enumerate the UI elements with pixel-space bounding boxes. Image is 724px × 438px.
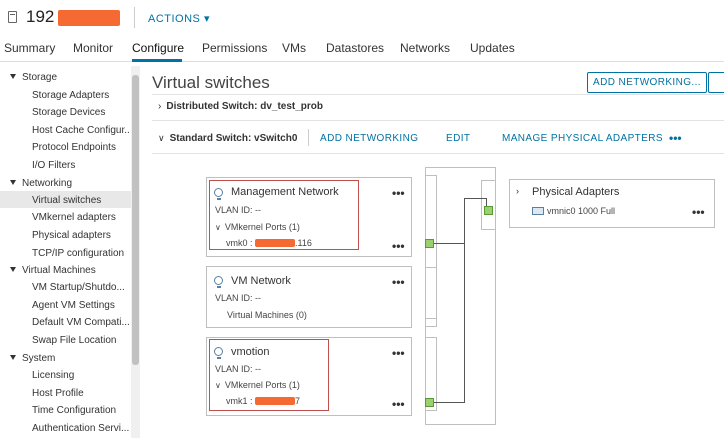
sidebar-group-networking[interactable]: Networking xyxy=(10,178,72,189)
header-divider xyxy=(134,7,135,28)
divider xyxy=(152,153,724,154)
more-actions-button[interactable]: ••• xyxy=(669,132,682,144)
sidebar-item-io-filters[interactable]: I/O Filters xyxy=(32,160,130,171)
divider xyxy=(152,120,724,121)
vmk-port-entry[interactable]: vmk0 : .116 xyxy=(226,238,312,248)
vmk-port-more-button[interactable]: ••• xyxy=(392,398,405,410)
sidebar-scrollbar-thumb[interactable] xyxy=(132,75,139,365)
network-icon xyxy=(214,347,223,359)
sidebar-item-host-profile[interactable]: Host Profile xyxy=(32,388,130,399)
sidebar-item-protocol-endpoints[interactable]: Protocol Endpoints xyxy=(32,142,130,153)
port-connector xyxy=(425,398,434,407)
connection-line xyxy=(464,198,465,403)
connection-line xyxy=(464,198,486,199)
tab-permissions[interactable]: Permissions xyxy=(202,41,267,55)
manage-physical-adapters-link[interactable]: MANAGE PHYSICAL ADAPTERS xyxy=(502,133,663,144)
redacted-ip-block xyxy=(255,397,296,405)
sidebar-item-time-configuration[interactable]: Time Configuration xyxy=(32,405,130,416)
vlan-id: VLAN ID: -- xyxy=(215,293,262,303)
host-icon xyxy=(8,11,17,23)
caret-down-icon xyxy=(10,180,16,185)
chevron-right-icon: › xyxy=(158,101,162,112)
sidebar-item-physical-adapters[interactable]: Physical adapters xyxy=(32,230,130,241)
sidebar-item-agent-vm-settings[interactable]: Agent VM Settings xyxy=(32,300,130,311)
sidebar-item-vmkernel-adapters[interactable]: VMkernel adapters xyxy=(32,212,130,223)
overflow-button[interactable] xyxy=(708,72,724,93)
vmkernel-ports-toggle[interactable]: ∨ VMkernel Ports (1) xyxy=(215,222,300,232)
sidebar-item-swap-file-location[interactable]: Swap File Location xyxy=(32,335,130,346)
vmk-port-more-button[interactable]: ••• xyxy=(392,240,405,252)
actions-menu-button[interactable]: ACTIONS ▾ xyxy=(148,12,210,25)
switch-uplink-segment xyxy=(481,180,496,230)
chevron-right-icon[interactable]: › xyxy=(516,186,519,196)
uplink-connector xyxy=(484,206,493,215)
chevron-down-icon: ∨ xyxy=(215,381,221,390)
tab-summary[interactable]: Summary xyxy=(4,41,55,55)
distributed-switch-row[interactable]: › Distributed Switch: dv_test_prob xyxy=(158,101,323,112)
physical-adapters-title: Physical Adapters xyxy=(532,186,620,198)
divider xyxy=(308,129,309,146)
port-group-more-button[interactable]: ••• xyxy=(392,347,405,359)
add-networking-link[interactable]: ADD NETWORKING xyxy=(320,133,418,144)
redacted-ip-block xyxy=(255,239,296,247)
vmnic-entry[interactable]: vmnic0 1000 Full xyxy=(547,206,615,216)
sidebar-item-storage-adapters[interactable]: Storage Adapters xyxy=(32,90,130,101)
chevron-down-icon: ∨ xyxy=(158,133,165,143)
tab-vms[interactable]: VMs xyxy=(282,41,306,55)
caret-down-icon xyxy=(10,267,16,272)
port-group-name: vmotion xyxy=(231,346,270,358)
port-group-name: Management Network xyxy=(231,186,339,198)
vmkernel-ports-toggle[interactable]: ∨ VMkernel Ports (1) xyxy=(215,380,300,390)
port-connector xyxy=(425,239,434,248)
switch-segment xyxy=(425,267,437,327)
sidebar-item-virtual-switches[interactable]: Virtual switches xyxy=(32,195,130,206)
network-card-icon xyxy=(532,207,544,215)
sidebar-item-default-vm-compat[interactable]: Default VM Compati... xyxy=(32,317,130,328)
connection-line xyxy=(433,243,464,244)
tab-configure[interactable]: Configure xyxy=(132,41,184,55)
virtual-machines-count: Virtual Machines (0) xyxy=(227,310,307,320)
physical-adapter-more-button[interactable]: ••• xyxy=(692,206,705,218)
vlan-id: VLAN ID: -- xyxy=(215,364,262,374)
caret-down-icon xyxy=(10,355,16,360)
sidebar-item-licensing[interactable]: Licensing xyxy=(32,370,130,381)
standard-switch-row[interactable]: ∨ Standard Switch: vSwitch0 xyxy=(158,133,297,144)
page-title: Virtual switches xyxy=(152,73,270,92)
host-name: 192 xyxy=(26,7,55,26)
port-group-name: VM Network xyxy=(231,275,291,287)
connection-line xyxy=(433,402,464,403)
sidebar-item-vm-startup[interactable]: VM Startup/Shutdo... xyxy=(32,282,130,293)
port-group-more-button[interactable]: ••• xyxy=(392,276,405,288)
network-icon xyxy=(214,276,223,288)
vlan-id: VLAN ID: -- xyxy=(215,205,262,215)
network-icon xyxy=(214,188,223,200)
sidebar-item-host-cache[interactable]: Host Cache Configur... xyxy=(32,125,130,136)
add-networking-button[interactable]: ADD NETWORKING... xyxy=(587,72,707,93)
tab-monitor[interactable]: Monitor xyxy=(73,41,113,55)
sidebar-item-storage-devices[interactable]: Storage Devices xyxy=(32,107,130,118)
vmk-port-entry[interactable]: vmk1 : 7 xyxy=(226,396,300,406)
port-group-more-button[interactable]: ••• xyxy=(392,187,405,199)
sidebar-group-system[interactable]: System xyxy=(10,353,55,364)
tab-updates[interactable]: Updates xyxy=(470,41,515,55)
sidebar-group-virtual-machines[interactable]: Virtual Machines xyxy=(10,265,96,276)
tab-datastores[interactable]: Datastores xyxy=(326,41,384,55)
caret-down-icon xyxy=(10,74,16,79)
edit-link[interactable]: EDIT xyxy=(446,133,470,144)
chevron-down-icon: ∨ xyxy=(215,223,221,232)
divider xyxy=(152,94,724,95)
sidebar-item-tcpip-configuration[interactable]: TCP/IP configuration xyxy=(32,248,130,259)
redacted-ip-block xyxy=(58,10,120,26)
sidebar-group-storage[interactable]: Storage xyxy=(10,72,57,83)
tab-networks[interactable]: Networks xyxy=(400,41,450,55)
sidebar-item-authentication-services[interactable]: Authentication Servi... xyxy=(32,423,130,434)
